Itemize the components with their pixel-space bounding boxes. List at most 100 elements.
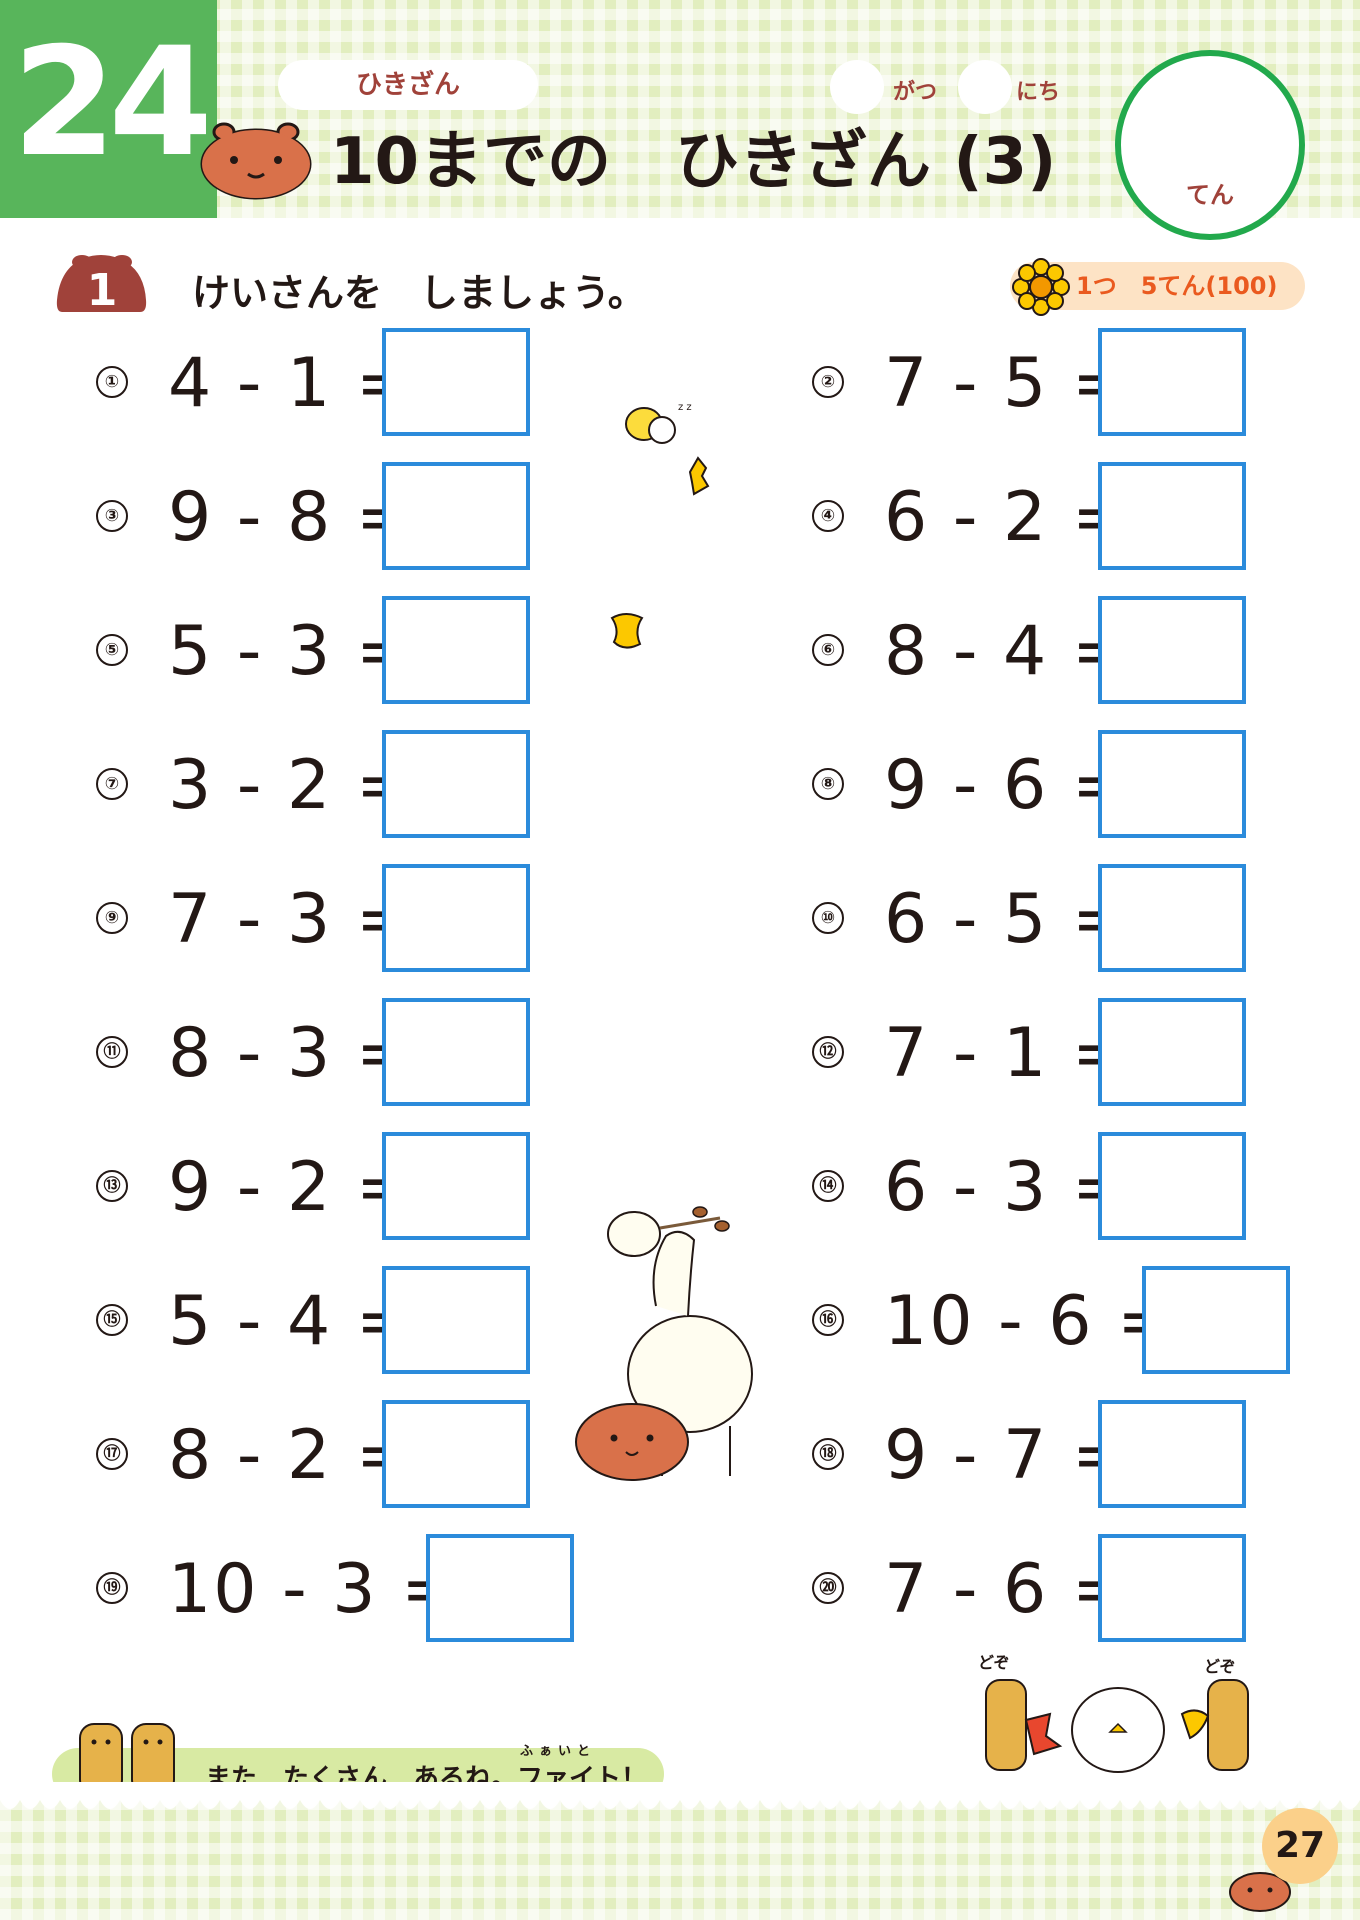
friends-illustration: どぞ どぞ — [978, 1653, 1249, 1773]
answer-box[interactable] — [1098, 596, 1246, 704]
problem-number: ⑦ — [96, 768, 128, 800]
problem-item: ⑲ 10 - 3 = — [96, 1534, 696, 1646]
answer-box[interactable] — [426, 1534, 574, 1642]
problem-number: ② — [812, 366, 844, 398]
problem-item: ① 4 - 1 = — [96, 328, 696, 440]
problem-item: ⑨ 7 - 3 = — [96, 864, 696, 976]
problem-expression: 9 - 7 = — [884, 1416, 1131, 1495]
problem-item: ② 7 - 5 = — [812, 328, 1360, 440]
problem-number: ⑪ — [96, 1036, 128, 1068]
lesson-number-block: 24 — [0, 0, 217, 218]
problem-expression: 10 - 6 = — [884, 1282, 1177, 1361]
sfx-left: どぞ — [978, 1653, 1010, 1672]
answer-box[interactable] — [1098, 1534, 1246, 1642]
answer-box[interactable] — [382, 730, 530, 838]
answer-box[interactable] — [382, 1132, 530, 1240]
answer-box[interactable] — [382, 998, 530, 1106]
score-circle[interactable]: てん — [1115, 50, 1305, 240]
answer-box[interactable] — [1142, 1266, 1290, 1374]
problem-number: ④ — [812, 500, 844, 532]
flower-icon — [1012, 258, 1070, 316]
problem-expression: 4 - 1 = — [168, 344, 415, 423]
svg-text:z z: z z — [678, 402, 692, 413]
problem-expression: 9 - 6 = — [884, 746, 1131, 825]
footer-ruby: ふぁいと — [520, 1744, 597, 1759]
capybara-head-icon — [200, 122, 312, 200]
problem-number: ⑮ — [96, 1304, 128, 1336]
instruction-text: けいさんを しましょう。 — [192, 271, 646, 315]
problem-item: ⑭ 6 - 3 = — [812, 1132, 1360, 1244]
answer-box[interactable] — [382, 462, 530, 570]
problem-expression: 7 - 6 = — [884, 1550, 1131, 1629]
lesson-number: 24 — [12, 16, 213, 190]
problem-item: ⑧ 9 - 6 = — [812, 730, 1360, 842]
problem-number: ⑥ — [812, 634, 844, 666]
problem-number: ⑬ — [96, 1170, 128, 1202]
answer-box[interactable] — [382, 1400, 530, 1508]
problem-expression: 9 - 8 = — [168, 478, 415, 557]
problem-item: ⑩ 6 - 5 = — [812, 864, 1360, 976]
answer-box[interactable] — [1098, 730, 1246, 838]
problem-expression: 5 - 3 = — [168, 612, 415, 691]
problem-number: ⑲ — [96, 1572, 128, 1604]
problem-expression: 10 - 3 = — [168, 1550, 461, 1629]
problem-item: ⑪ 8 - 3 = — [96, 998, 696, 1110]
problem-item: ⑯ 10 - 6 = — [812, 1266, 1360, 1378]
problem-expression: 8 - 2 = — [168, 1416, 415, 1495]
answer-box[interactable] — [1098, 998, 1246, 1106]
problem-expression: 8 - 4 = — [884, 612, 1131, 691]
score-label: てん — [1186, 181, 1234, 209]
problem-expression: 3 - 2 = — [168, 746, 415, 825]
page-number: 27 — [1262, 1808, 1338, 1884]
question-number: 1 — [87, 265, 118, 316]
sfx-right: どぞ — [1204, 1657, 1236, 1676]
problem-expression: 8 - 3 = — [168, 1014, 415, 1093]
problem-expression: 5 - 4 = — [168, 1282, 415, 1361]
problem-number: ③ — [96, 500, 128, 532]
problem-number: ⑱ — [812, 1438, 844, 1470]
page-title: 10までの ひきざん (3) — [330, 125, 1057, 199]
squirrel-sleeping-icon: z z — [625, 402, 710, 496]
day-label: にち — [1016, 80, 1061, 105]
day-circle[interactable] — [958, 60, 1012, 114]
problem-number: ⑩ — [812, 902, 844, 934]
problem-number: ⑳ — [812, 1572, 844, 1604]
problem-number: ⑰ — [96, 1438, 128, 1470]
answer-box[interactable] — [382, 328, 530, 436]
points-text: 1つ 5てん(100) — [1076, 272, 1278, 300]
problem-item: ⑥ 8 - 4 = — [812, 596, 1360, 708]
answer-box[interactable] — [382, 864, 530, 972]
problem-number: ⑧ — [812, 768, 844, 800]
category-label: ひきざん — [278, 60, 538, 110]
problem-expression: 7 - 1 = — [884, 1014, 1131, 1093]
answer-box[interactable] — [382, 596, 530, 704]
problem-number: ① — [96, 366, 128, 398]
problem-expression: 7 - 3 = — [168, 880, 415, 959]
answer-box[interactable] — [1098, 328, 1246, 436]
month-label: がつ — [893, 80, 938, 105]
answer-box[interactable] — [1098, 1132, 1246, 1240]
problem-item: ⑫ 7 - 1 = — [812, 998, 1360, 1110]
problem-number: ⑯ — [812, 1304, 844, 1336]
answer-box[interactable] — [1098, 462, 1246, 570]
problem-number: ⑤ — [96, 634, 128, 666]
problem-number: ⑫ — [812, 1036, 844, 1068]
problem-expression: 7 - 5 = — [884, 344, 1131, 423]
problem-expression: 6 - 3 = — [884, 1148, 1131, 1227]
answer-box[interactable] — [1098, 864, 1246, 972]
problem-expression: 6 - 5 = — [884, 880, 1131, 959]
problem-expression: 9 - 2 = — [168, 1148, 415, 1227]
answer-box[interactable] — [382, 1266, 530, 1374]
problem-item: ③ 9 - 8 = — [96, 462, 696, 574]
month-circle[interactable] — [830, 60, 884, 114]
problem-expression: 6 - 2 = — [884, 478, 1131, 557]
problem-number: ⑨ — [96, 902, 128, 934]
bottom-band — [0, 1800, 1360, 1920]
question-number-badge: 1 — [56, 255, 147, 316]
answer-box[interactable] — [1098, 1400, 1246, 1508]
problem-item: ④ 6 - 2 = — [812, 462, 1360, 574]
scallop-border — [0, 1782, 1360, 1809]
problem-item: ⑦ 3 - 2 = — [96, 730, 696, 842]
problem-number: ⑭ — [812, 1170, 844, 1202]
problem-item: ⑳ 7 - 6 = — [812, 1534, 1360, 1646]
